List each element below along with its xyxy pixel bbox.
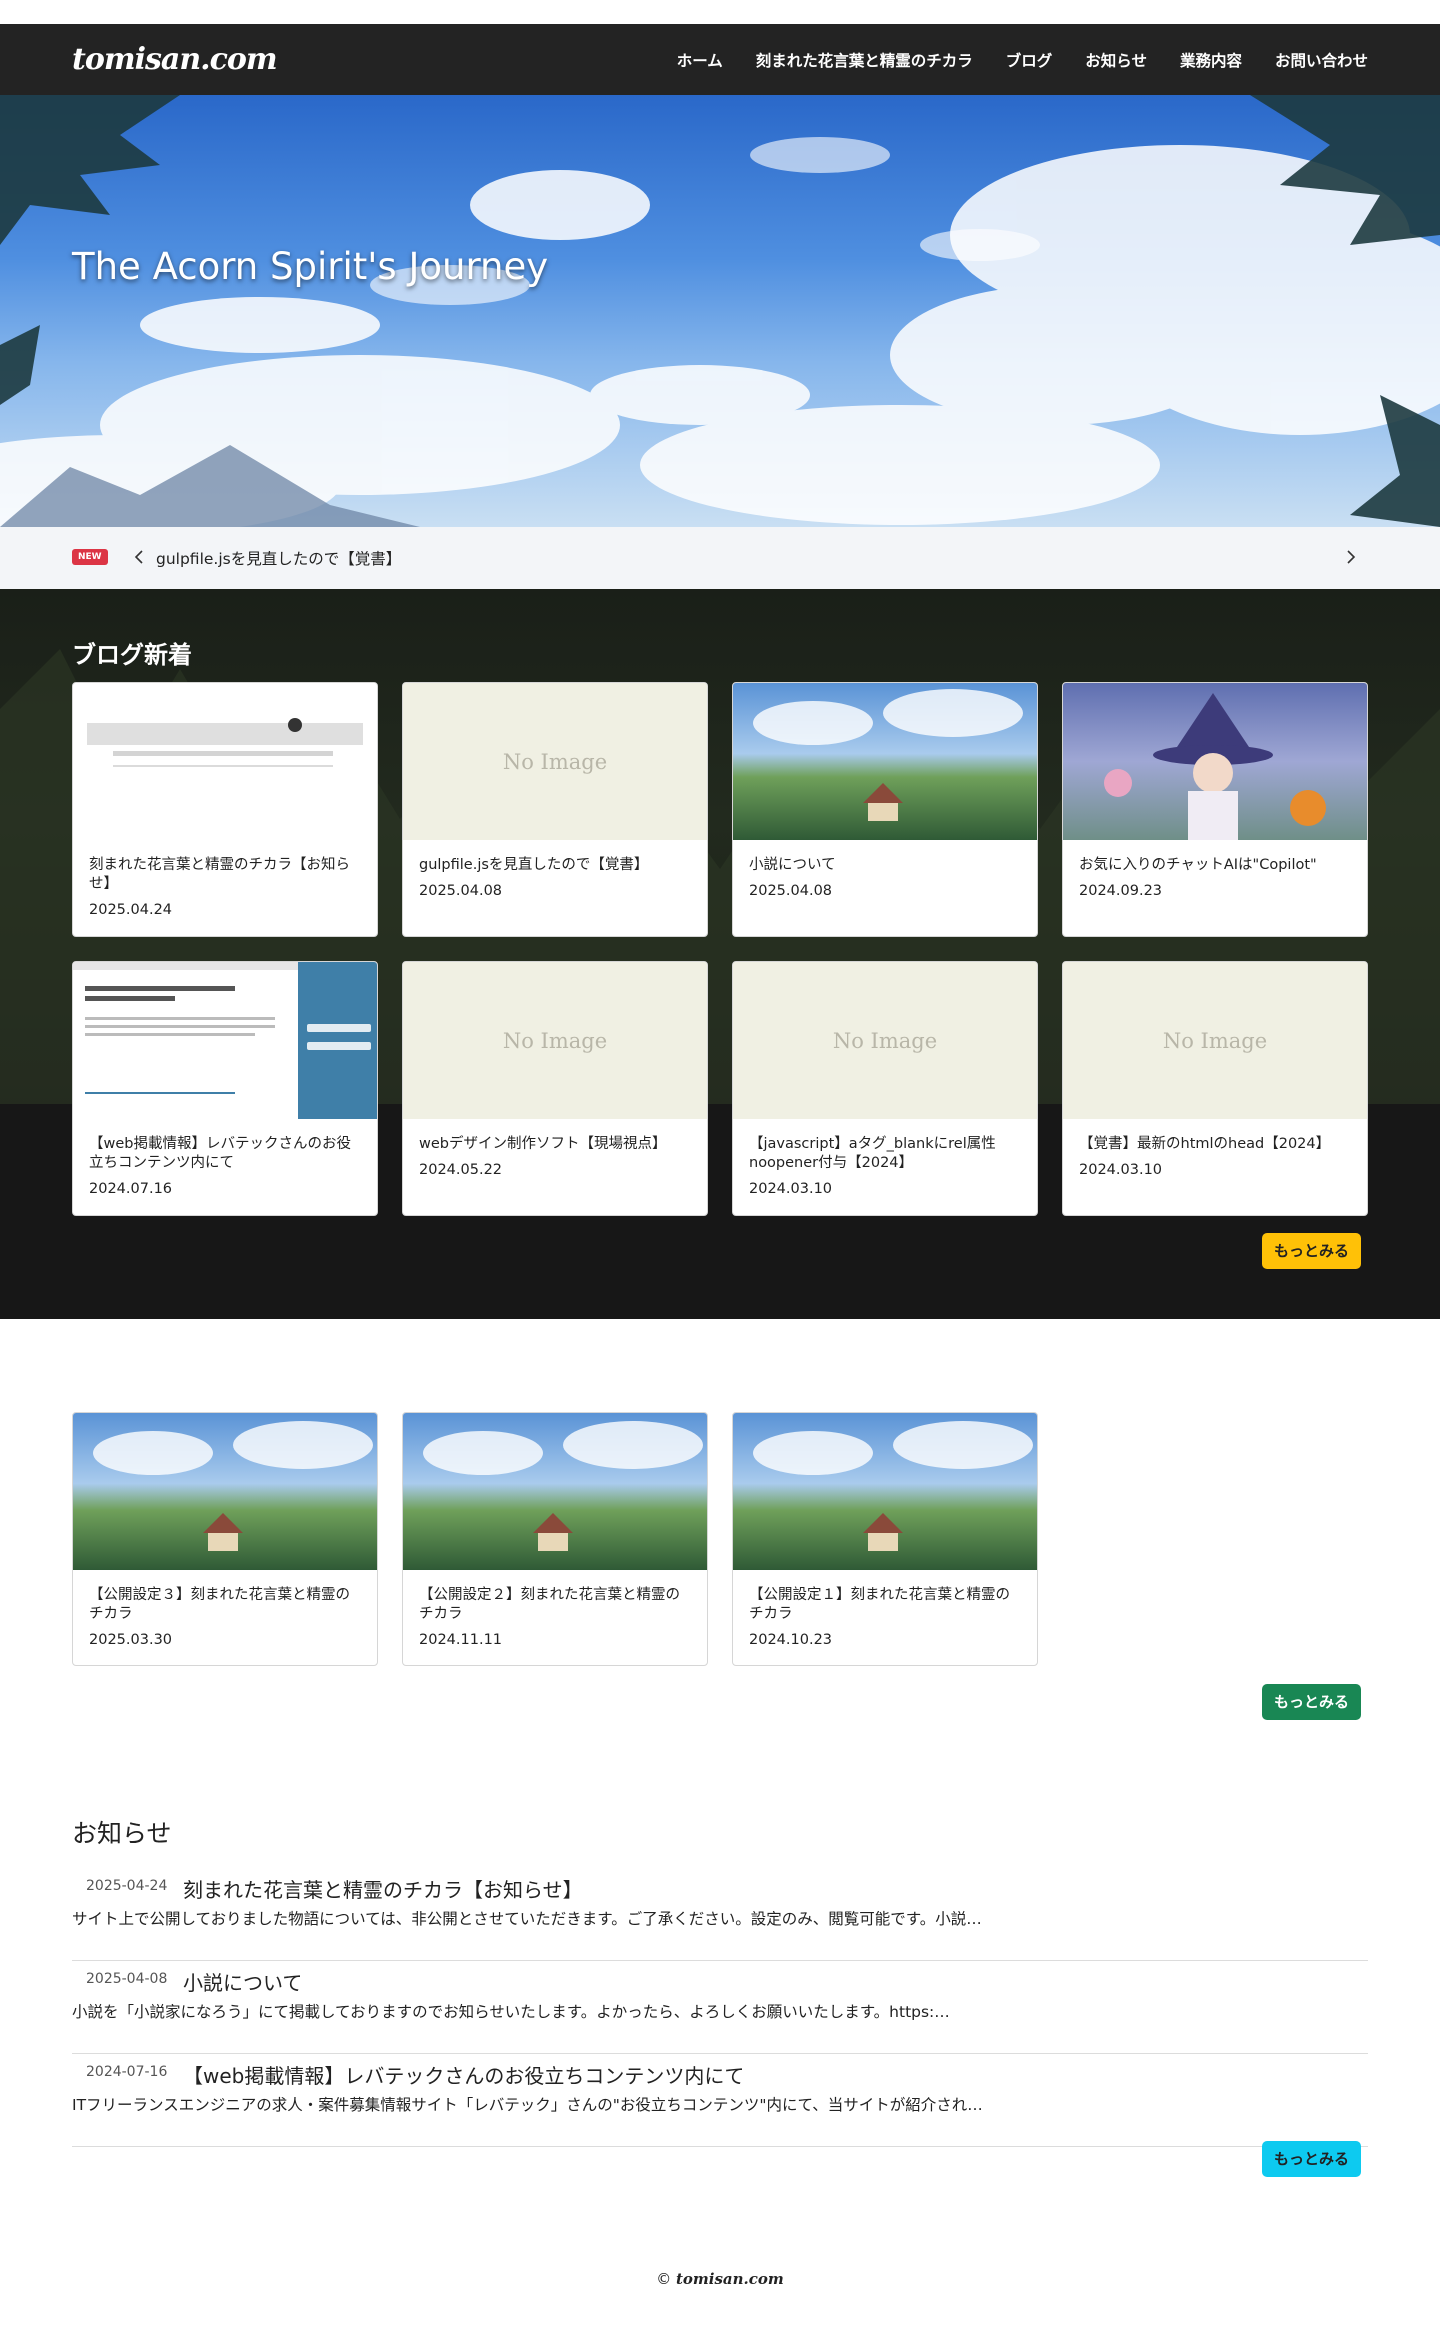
hero-title: The Acorn Spirit's Journey (72, 245, 549, 288)
card-thumbnail-placeholder: No Image (403, 683, 707, 840)
card-thumbnail-placeholder: No Image (733, 962, 1037, 1119)
novel-more-button[interactable]: もっとみる (1262, 1684, 1362, 1720)
card-date: 2024.09.23 (1079, 883, 1163, 899)
card-date: 2024.03.10 (749, 1181, 833, 1197)
main-nav: ホーム 刻まれた花言葉と精霊のチカラ ブログ お知らせ 業務内容 お問い合わせ (677, 24, 1368, 95)
nav-item-novel[interactable]: 刻まれた花言葉と精霊のチカラ (756, 49, 973, 71)
hero-banner: The Acorn Spirit's Journey (0, 95, 1440, 527)
news-title[interactable]: 【web掲載情報】レバテックさんのお役立ちコンテンツ内にて (183, 2060, 744, 2089)
blog-more-button[interactable]: もっとみる (1262, 1233, 1362, 1269)
news-excerpt: 小説を「小説家になろう」にて掲載しておりますのでお知らせいたします。よかったら、… (72, 2003, 950, 2021)
card-title: 【web掲載情報】レバテックさんのお役立ちコンテンツ内にて (89, 1136, 351, 1171)
card-date: 2025.04.08 (749, 883, 833, 899)
card-thumbnail (403, 1413, 707, 1570)
card-title: gulpfile.jsを見直したので【覚書】 (419, 857, 649, 873)
card-title: 刻まれた花言葉と精霊のチカラ【お知らせ】 (89, 857, 350, 892)
card-date: 2024.05.22 (419, 1162, 503, 1178)
card-title: 【javascript】aタグ_blankにrel属性noopener付与【20… (749, 1136, 996, 1171)
news-ticker: NEW gulpfile.jsを見直したので【覚書】 (0, 527, 1440, 589)
news-more-button[interactable]: もっとみる (1262, 2141, 1362, 2177)
no-image-text: No Image (502, 1028, 608, 1053)
blog-card[interactable]: お気に入りのチャットAIは"Copilot" 2024.09.23 (1062, 682, 1368, 937)
card-title: 小説について (749, 857, 836, 873)
site-header: tomisan.com ホーム 刻まれた花言葉と精霊のチカラ ブログ お知らせ … (0, 24, 1440, 95)
news-item[interactable]: 2025-04-08 小説について 小説を「小説家になろう」にて掲載しております… (72, 1961, 1368, 2054)
card-thumbnail-placeholder: No Image (403, 962, 707, 1119)
blog-card[interactable]: 刻まれた花言葉と精霊のチカラ【お知らせ】 2025.04.24 (72, 682, 378, 937)
blog-card[interactable]: 小説について 2025.04.08 (732, 682, 1038, 937)
no-image-text: No Image (502, 749, 608, 774)
nav-item-contact[interactable]: お問い合わせ (1275, 49, 1368, 71)
site-logo[interactable]: tomisan.com (72, 42, 278, 77)
card-title: 【公開設定１】刻まれた花言葉と精霊のチカラ (749, 1587, 1010, 1622)
ticker-link[interactable]: gulpfile.jsを見直したので【覚書】 (156, 547, 401, 569)
news-item[interactable]: 2024-07-16 【web掲載情報】レバテックさんのお役立ちコンテンツ内にて… (72, 2054, 1368, 2147)
card-thumbnail (733, 683, 1037, 840)
blog-section: ブログ新着 刻まれた花言葉と精霊のチカラ【お知らせ】 2025.04.24 No… (0, 589, 1440, 1319)
news-title[interactable]: 刻まれた花言葉と精霊のチカラ【お知らせ】 (183, 1874, 583, 1903)
blog-card[interactable]: No Image gulpfile.jsを見直したので【覚書】 2025.04.… (402, 682, 708, 937)
news-excerpt: ITフリーランスエンジニアの求人・案件募集情報サイト「レバテック」さんの"お役立… (72, 2096, 983, 2114)
news-item[interactable]: 2025-04-24 刻まれた花言葉と精霊のチカラ【お知らせ】 サイト上で公開し… (72, 1868, 1368, 1961)
nav-item-news[interactable]: お知らせ (1085, 49, 1147, 71)
site-footer: © tomisan.com (0, 2270, 1440, 2288)
section-title: お知らせ (72, 1819, 172, 1848)
card-title: 【覚書】最新のhtmlのhead【2024】 (1079, 1136, 1331, 1152)
no-image-text: No Image (1162, 1028, 1268, 1053)
news-date: 2025-04-24 (86, 1878, 168, 1894)
novel-card[interactable]: 【公開設定１】刻まれた花言葉と精霊のチカラ 2024.10.23 (732, 1412, 1038, 1666)
blog-card[interactable]: 【web掲載情報】レバテックさんのお役立ちコンテンツ内にて 2024.07.16 (72, 961, 378, 1216)
blog-card[interactable]: No Image webデザイン制作ソフト【現場視点】 2024.05.22 (402, 961, 708, 1216)
copyright-symbol: © (656, 2270, 672, 2288)
card-date: 2024.10.23 (749, 1632, 833, 1648)
card-date: 2024.03.10 (1079, 1162, 1163, 1178)
novel-card[interactable]: 【公開設定３】刻まれた花言葉と精霊のチカラ 2025.03.30 (72, 1412, 378, 1666)
blog-card[interactable]: No Image 【javascript】aタグ_blankにrel属性noop… (732, 961, 1038, 1216)
card-title: お気に入りのチャットAIは"Copilot" (1079, 857, 1317, 873)
section-title: ブログ新着 (72, 641, 192, 669)
news-title[interactable]: 小説について (183, 1967, 302, 1996)
card-title: 【公開設定３】刻まれた花言葉と精霊のチカラ (89, 1587, 350, 1622)
card-thumbnail-placeholder: No Image (1063, 962, 1367, 1119)
card-date: 2025.03.30 (89, 1632, 173, 1648)
card-title: webデザイン制作ソフト【現場視点】 (419, 1136, 667, 1152)
news-date: 2024-07-16 (86, 2064, 168, 2080)
card-thumbnail (733, 1413, 1037, 1570)
card-title: 【公開設定２】刻まれた花言葉と精霊のチカラ (419, 1587, 680, 1622)
card-date: 2024.07.16 (89, 1181, 173, 1197)
news-date: 2025-04-08 (86, 1971, 168, 1987)
card-date: 2024.11.11 (419, 1632, 503, 1648)
card-thumbnail (73, 962, 377, 1119)
chevron-right-icon[interactable] (1340, 543, 1362, 571)
card-date: 2025.04.08 (419, 883, 503, 899)
new-badge: NEW (72, 549, 108, 565)
nav-item-home[interactable]: ホーム (677, 49, 723, 71)
hero-sky-image (0, 95, 1440, 527)
card-thumbnail (73, 683, 377, 840)
nav-item-services[interactable]: 業務内容 (1180, 49, 1242, 71)
footer-logo[interactable]: tomisan.com (676, 2270, 784, 2288)
no-image-text: No Image (832, 1028, 938, 1053)
chevron-left-icon[interactable] (128, 543, 150, 571)
news-excerpt: サイト上で公開しておりました物語については、非公開とさせていただきます。ご了承く… (72, 1910, 982, 1928)
card-thumbnail (73, 1413, 377, 1570)
card-thumbnail (1063, 683, 1367, 840)
blog-card[interactable]: No Image 【覚書】最新のhtmlのhead【2024】 2024.03.… (1062, 961, 1368, 1216)
novel-card[interactable]: 【公開設定２】刻まれた花言葉と精霊のチカラ 2024.11.11 (402, 1412, 708, 1666)
card-date: 2025.04.24 (89, 902, 173, 918)
nav-item-blog[interactable]: ブログ (1006, 49, 1053, 71)
